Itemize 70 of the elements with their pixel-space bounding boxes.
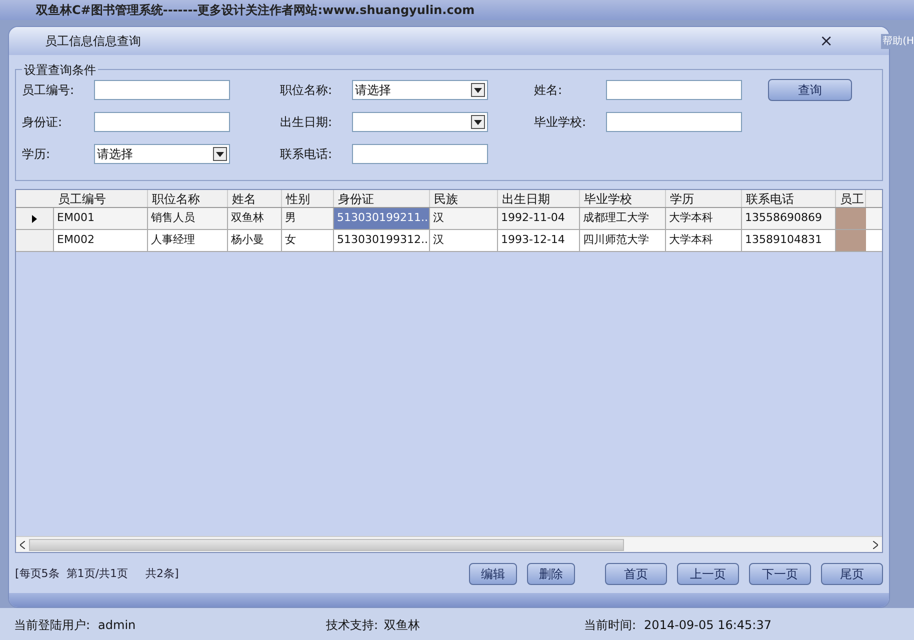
column-header[interactable]: 民族 bbox=[430, 190, 498, 207]
pager-button[interactable]: 尾页 bbox=[821, 563, 883, 585]
page-info: [每页5条 第1页/共1页 共2条] bbox=[15, 566, 180, 582]
input-field[interactable] bbox=[606, 80, 742, 100]
field-label: 学历: bbox=[22, 146, 52, 163]
close-button[interactable]: × bbox=[820, 33, 833, 49]
field-label: 出生日期: bbox=[280, 114, 334, 131]
table-cell: 杨小曼 bbox=[228, 230, 282, 251]
pager-button[interactable]: 删除 bbox=[527, 563, 575, 585]
pager-button[interactable]: 下一页 bbox=[749, 563, 811, 585]
dropdown[interactable]: 请选择 bbox=[94, 144, 230, 164]
table-cell: 汉 bbox=[430, 208, 498, 229]
table-cell: 1992-11-04 bbox=[498, 208, 580, 229]
scrollbar-thumb[interactable] bbox=[29, 538, 624, 550]
column-header[interactable]: 姓名 bbox=[228, 190, 282, 207]
table-cell: 女 bbox=[282, 230, 334, 251]
column-header[interactable]: 毕业学校 bbox=[580, 190, 666, 207]
dropdown[interactable]: 请选择 bbox=[352, 80, 488, 100]
column-header[interactable]: 职位名称 bbox=[148, 190, 228, 207]
table-cell: 1993-12-14 bbox=[498, 230, 580, 251]
table-cell: 双鱼林 bbox=[228, 208, 282, 229]
table-cell: 汉 bbox=[430, 230, 498, 251]
table-cell: 成都理工大学 bbox=[580, 208, 666, 229]
search-button[interactable]: 查询 bbox=[768, 79, 852, 101]
status-label: 当前时间: bbox=[584, 617, 636, 634]
photo-placeholder bbox=[836, 208, 866, 229]
pager-button[interactable]: 上一页 bbox=[677, 563, 739, 585]
app-title: 双鱼林C#图书管理系统-------更多设计关注作者网站:www.shuangyulin.com bbox=[36, 2, 475, 19]
column-header[interactable]: 性别 bbox=[282, 190, 334, 207]
field-label: 员工编号: bbox=[22, 82, 76, 99]
column-header[interactable]: 员工 bbox=[836, 190, 866, 207]
table-cell: EM002 bbox=[54, 230, 148, 251]
status-value: 2014-09-05 16:45:37 bbox=[644, 617, 772, 634]
table-cell: 销售人员 bbox=[148, 208, 228, 229]
pager-button[interactable]: 首页 bbox=[605, 563, 667, 585]
table-cell: 大学本科 bbox=[666, 230, 742, 251]
dropdown[interactable] bbox=[352, 112, 488, 132]
input-field[interactable] bbox=[94, 112, 230, 132]
column-header[interactable]: 出生日期 bbox=[498, 190, 580, 207]
photo-placeholder bbox=[836, 230, 866, 251]
table-cell: EM001 bbox=[54, 208, 148, 229]
column-header[interactable]: 学历 bbox=[666, 190, 742, 207]
field-label: 姓名: bbox=[534, 82, 564, 99]
status-label: 当前登陆用户: bbox=[14, 617, 90, 634]
table-cell: 四川师范大学 bbox=[580, 230, 666, 251]
table-cell: 513030199312... bbox=[334, 230, 430, 251]
column-header[interactable]: 员工编号 bbox=[54, 190, 148, 207]
status-label: 技术支持: bbox=[326, 617, 378, 634]
scroll-right-icon[interactable] bbox=[873, 540, 878, 548]
table-row[interactable]: EM001 销售人员 双鱼林 男 513030199211...汉 1992-11-04 成都理工大学 大学本科 13558690869 bbox=[16, 208, 882, 230]
group-title: 设置查询条件 bbox=[22, 61, 98, 79]
current-row-icon bbox=[32, 214, 37, 222]
field-label: 身份证: bbox=[22, 114, 64, 131]
field-label: 毕业学校: bbox=[534, 114, 588, 131]
scroll-left-icon[interactable] bbox=[20, 540, 25, 548]
status-value: 双鱼林 bbox=[384, 617, 420, 634]
table-cell: 大学本科 bbox=[666, 208, 742, 229]
field-label: 联系电话: bbox=[280, 146, 334, 163]
pager-button[interactable]: 编辑 bbox=[469, 563, 517, 585]
field-label: 职位名称: bbox=[280, 82, 334, 99]
window-title: 员工信息信息查询 bbox=[45, 33, 142, 50]
column-header[interactable]: 联系电话 bbox=[742, 190, 836, 207]
input-field[interactable] bbox=[94, 80, 230, 100]
table-row[interactable]: EM002 人事经理 杨小曼 女 513030199312...汉 1993-12-14 四川师范大学 大学本科 13589104831 bbox=[16, 230, 882, 252]
status-value: admin bbox=[98, 617, 136, 634]
table-cell: 人事经理 bbox=[148, 230, 228, 251]
column-header[interactable]: 身份证 bbox=[334, 190, 430, 207]
input-field[interactable] bbox=[606, 112, 742, 132]
input-field[interactable] bbox=[352, 144, 488, 164]
table-cell: 513030199211... bbox=[334, 208, 430, 229]
